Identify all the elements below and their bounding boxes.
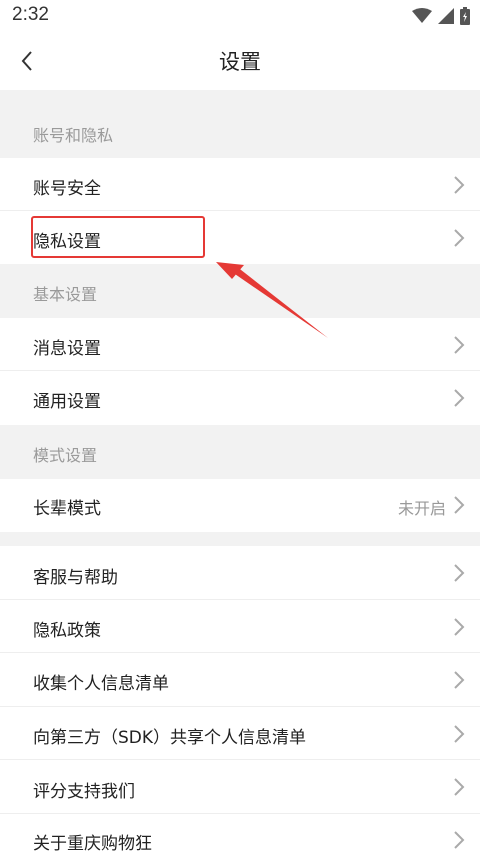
chevron-right-icon	[454, 336, 465, 354]
chevron-right-icon	[454, 725, 465, 743]
status-bar: 2:32	[0, 0, 480, 32]
wifi-icon	[412, 8, 432, 23]
section-gap	[0, 532, 480, 546]
settings-row-third-party-sdk-list[interactable]: 向第三方（SDK）共享个人信息清单	[0, 707, 480, 760]
row-label: 评分支持我们	[33, 782, 135, 802]
chevron-right-icon	[454, 778, 465, 796]
section-header-mode-settings: 模式设置	[0, 425, 480, 479]
signal-icon	[438, 8, 454, 24]
status-time: 2:32	[12, 4, 49, 25]
row-label: 长辈模式	[33, 499, 101, 519]
row-label: 消息设置	[33, 339, 101, 359]
elder-mode-status: 未开启	[397, 499, 446, 518]
settings-row-rate-us[interactable]: 评分支持我们	[0, 760, 480, 814]
chevron-right-icon	[454, 618, 465, 636]
battery-icon	[460, 7, 470, 25]
status-icons	[412, 6, 470, 26]
nav-bar: 设置	[0, 32, 480, 90]
settings-row-personal-info-list[interactable]: 收集个人信息清单	[0, 653, 480, 707]
row-label: 账号安全	[33, 179, 101, 199]
settings-row-account-security[interactable]: 账号安全	[0, 158, 480, 211]
settings-row-message-settings[interactable]: 消息设置	[0, 318, 480, 371]
row-label: 收集个人信息清单	[33, 674, 169, 694]
annotation-highlight-box	[31, 216, 205, 258]
section-header-label: 账号和隐私	[33, 126, 114, 145]
settings-row-privacy-policy[interactable]: 隐私政策	[0, 600, 480, 653]
settings-row-general-settings[interactable]: 通用设置	[0, 371, 480, 425]
chevron-right-icon	[454, 671, 465, 689]
row-label: 通用设置	[33, 392, 101, 412]
row-label: 关于重庆购物狂	[33, 834, 152, 853]
row-label: 向第三方（SDK）共享个人信息清单	[33, 728, 307, 748]
section-header-label: 基本设置	[33, 285, 98, 304]
chevron-right-icon	[454, 229, 465, 247]
settings-row-customer-service[interactable]: 客服与帮助	[0, 546, 480, 600]
chevron-right-icon	[454, 176, 465, 194]
settings-row-about[interactable]: 关于重庆购物狂	[0, 814, 480, 853]
section-header-label: 模式设置	[33, 446, 98, 465]
chevron-right-icon	[454, 389, 465, 407]
section-header-basic-settings: 基本设置	[0, 264, 480, 318]
chevron-right-icon	[454, 831, 465, 849]
section-header-account-privacy: 账号和隐私	[0, 90, 480, 158]
settings-row-elder-mode[interactable]: 长辈模式 未开启	[0, 479, 480, 532]
row-label: 客服与帮助	[33, 568, 118, 588]
chevron-right-icon	[454, 564, 465, 582]
row-label: 隐私政策	[33, 621, 101, 641]
chevron-right-icon	[454, 496, 465, 514]
page-title: 设置	[219, 50, 261, 74]
